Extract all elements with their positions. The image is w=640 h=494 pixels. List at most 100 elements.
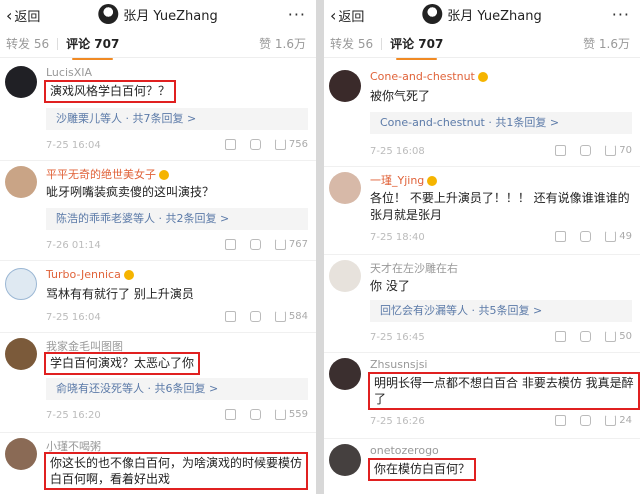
like-button[interactable]: 50 bbox=[605, 331, 632, 342]
reply-summary[interactable]: Cone-and-chestnut · 共1条回复 > bbox=[370, 112, 632, 134]
comment-icon[interactable] bbox=[580, 145, 592, 156]
top-bar: ‹ 返回 张月 YueZhang ··· bbox=[324, 0, 640, 30]
share-icon[interactable] bbox=[224, 311, 236, 322]
divider bbox=[0, 160, 316, 161]
vip-badge-icon bbox=[427, 176, 438, 186]
avatar[interactable] bbox=[5, 338, 37, 370]
reply-summary[interactable]: 俞晓有还没死等人 · 共6条回复 > bbox=[46, 378, 308, 400]
share-icon[interactable] bbox=[224, 139, 236, 150]
tab-comments[interactable]: 评论 707 bbox=[390, 35, 443, 60]
back-button[interactable]: ‹ 返回 bbox=[6, 6, 40, 25]
tab-comments[interactable]: 评论 707 bbox=[66, 35, 119, 60]
comment-item: 平平无奇的绝世美女子 呲牙咧嘴装疯卖傻的这叫演技？ 陈浩的乖乖老婆等人 · 共2… bbox=[0, 166, 316, 258]
avatar[interactable] bbox=[329, 260, 361, 292]
comment-icon[interactable] bbox=[249, 409, 261, 420]
comment-time: 7-25 16:20 bbox=[46, 410, 101, 421]
commenter-name[interactable]: 天才在左沙雕在右 bbox=[370, 260, 458, 276]
commenter-name[interactable]: 一瑾_Yjing bbox=[370, 172, 438, 188]
more-icon[interactable]: ··· bbox=[288, 5, 306, 24]
reply-summary[interactable]: 陈浩的乖乖老婆等人 · 共2条回复 > bbox=[46, 208, 308, 230]
avatar[interactable] bbox=[5, 268, 37, 300]
commenter-name[interactable]: Cone-and-chestnut bbox=[370, 70, 488, 83]
like-button[interactable]: 584 bbox=[274, 311, 308, 322]
like-button[interactable]: 559 bbox=[274, 409, 308, 420]
tab-likes[interactable]: 赞 1.6万 bbox=[259, 35, 306, 52]
divider bbox=[0, 432, 316, 433]
comment-actions: 70 bbox=[541, 145, 632, 156]
like-button[interactable]: 756 bbox=[274, 139, 308, 150]
avatar[interactable] bbox=[5, 438, 37, 470]
tab-repost[interactable]: 转发 56 bbox=[330, 35, 373, 52]
tab-repost[interactable]: 转发 56 bbox=[6, 35, 49, 52]
avatar[interactable] bbox=[5, 66, 37, 98]
reply-summary[interactable]: 回忆会有沙漏等人 · 共5条回复 > bbox=[370, 300, 632, 322]
comment-icon[interactable] bbox=[249, 139, 261, 150]
commenter-name[interactable]: 平平无奇的绝世美女子 bbox=[46, 166, 169, 182]
avatar[interactable] bbox=[5, 166, 37, 198]
screenshot-collage: ‹ 返回 张月 YueZhang ··· 转发 56 评论 707 赞 1.6万… bbox=[0, 0, 640, 494]
share-icon[interactable] bbox=[224, 409, 236, 420]
comment-icon[interactable] bbox=[580, 331, 592, 342]
comment-icon[interactable] bbox=[249, 311, 261, 322]
share-icon[interactable] bbox=[555, 415, 567, 426]
like-icon bbox=[274, 139, 286, 150]
comment-actions: 756 bbox=[211, 139, 308, 150]
author-name: 张月 YueZhang bbox=[447, 8, 542, 24]
comment-icon[interactable] bbox=[580, 415, 592, 426]
comment-item: 小瑾不喝粥 你这长的也不像白百何，为啥演戏的时候要模仿 白百何啊，看着好出戏 bbox=[0, 438, 316, 494]
share-icon[interactable] bbox=[555, 331, 567, 342]
comment-icon[interactable] bbox=[249, 239, 261, 250]
like-count: 24 bbox=[619, 415, 632, 426]
vip-badge-icon bbox=[159, 170, 169, 180]
post-author[interactable]: 张月 YueZhang bbox=[422, 4, 542, 24]
comment-time: 7-25 16:04 bbox=[46, 140, 101, 151]
tab-divider bbox=[381, 37, 383, 50]
share-icon[interactable] bbox=[224, 239, 236, 250]
comment-text: 演戏风格学白百何？？ bbox=[44, 80, 177, 103]
like-count: 70 bbox=[619, 145, 632, 156]
like-button[interactable]: 24 bbox=[605, 415, 632, 426]
comment-time: 7-26 01:14 bbox=[46, 240, 101, 251]
share-icon[interactable] bbox=[555, 145, 567, 156]
tab-divider bbox=[57, 37, 59, 50]
commenter-name-text: 平平无奇的绝世美女子 bbox=[46, 168, 156, 181]
like-button[interactable]: 49 bbox=[605, 231, 632, 242]
comment-item: LucisXIA 演戏风格学白百何？？ 沙雕栗儿等人 · 共7条回复 > 7-2… bbox=[0, 66, 316, 158]
like-button[interactable]: 767 bbox=[274, 239, 308, 250]
comment-actions: 767 bbox=[211, 239, 308, 250]
divider bbox=[0, 332, 316, 333]
reply-summary[interactable]: 沙雕栗儿等人 · 共7条回复 > bbox=[46, 108, 308, 130]
commenter-name-text: 一瑾_Yjing bbox=[370, 174, 425, 187]
comment-line: 了 bbox=[374, 392, 387, 406]
like-button[interactable]: 70 bbox=[605, 145, 632, 156]
like-icon bbox=[605, 331, 617, 342]
comment-item: 一瑾_Yjing 各位！ 不要上升演员了！！！ 还有说像谁谁谁的 张月就是张月 … bbox=[324, 172, 640, 252]
avatar[interactable] bbox=[329, 70, 361, 102]
divider bbox=[0, 260, 316, 261]
share-icon[interactable] bbox=[555, 231, 567, 242]
comment-text: 你在模仿白百何？ bbox=[368, 458, 477, 481]
comment-text: 各位！ 不要上升演员了！！！ 还有说像谁谁谁的 张月就是张月 bbox=[370, 190, 630, 224]
author-avatar bbox=[98, 4, 119, 24]
commenter-name[interactable]: LucisXIA bbox=[46, 66, 92, 79]
commenter-name-text: Turbo-Jennica bbox=[46, 268, 121, 281]
avatar[interactable] bbox=[329, 172, 361, 204]
avatar[interactable] bbox=[329, 444, 361, 476]
vip-badge-icon bbox=[123, 270, 134, 280]
comment-actions: 50 bbox=[541, 331, 632, 342]
more-icon[interactable]: ··· bbox=[612, 5, 630, 24]
comment-actions: 559 bbox=[211, 409, 308, 420]
comment-line: 张月就是张月 bbox=[370, 208, 443, 222]
commenter-name[interactable]: Turbo-Jennica bbox=[46, 268, 134, 281]
avatar[interactable] bbox=[329, 358, 361, 390]
like-icon bbox=[605, 415, 617, 426]
comment-text: 你这长的也不像白百何，为啥演戏的时候要模仿 白百何啊，看着好出戏 bbox=[44, 452, 309, 490]
commenter-name[interactable]: onetozerogo bbox=[370, 444, 439, 457]
like-count: 584 bbox=[288, 311, 308, 322]
commenter-name[interactable]: Zhsusnsjsi bbox=[370, 358, 428, 371]
post-author[interactable]: 张月 YueZhang bbox=[98, 4, 218, 24]
tab-likes[interactable]: 赞 1.6万 bbox=[583, 35, 630, 52]
back-button[interactable]: ‹ 返回 bbox=[330, 6, 364, 25]
divider bbox=[324, 352, 640, 353]
comment-icon[interactable] bbox=[580, 231, 592, 242]
